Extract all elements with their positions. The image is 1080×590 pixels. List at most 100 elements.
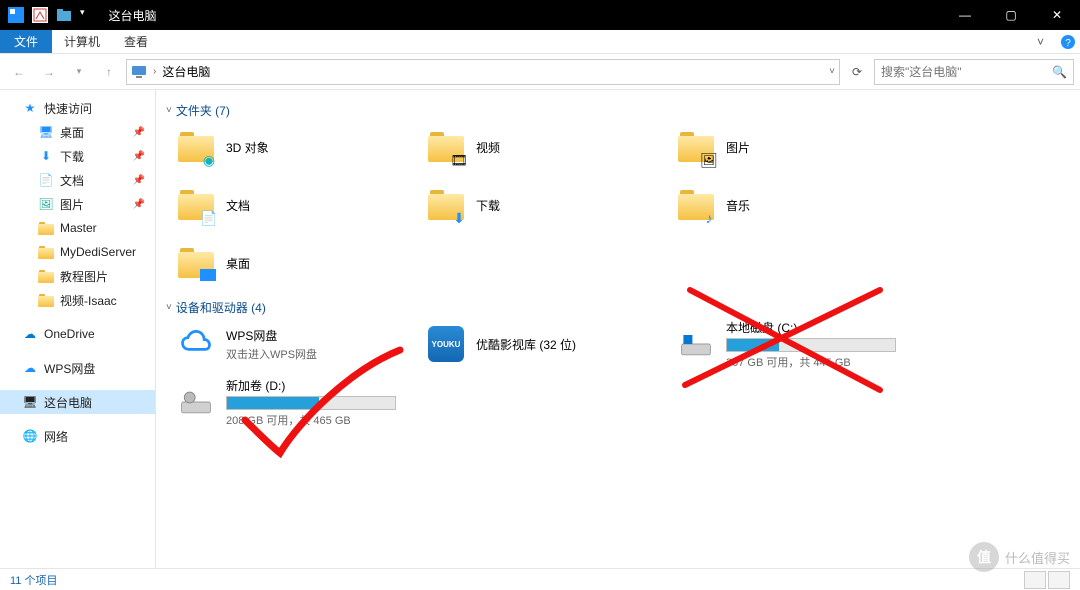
sidebar-network[interactable]: 🌐 网络 (0, 424, 155, 448)
sidebar-label: 桌面 (60, 124, 84, 141)
sidebar-item-video-isaac[interactable]: 视频-Isaac (0, 288, 155, 312)
drive-icon (676, 324, 716, 364)
drive-usage-bar (726, 338, 896, 352)
device-ddrive[interactable]: 新加卷 (D:) 208 GB 可用，共 465 GB (176, 380, 426, 424)
view-details-button[interactable] (1024, 571, 1046, 589)
sidebar-label: 网络 (44, 428, 68, 445)
sidebar-item-mydediserver[interactable]: MyDediServer (0, 240, 155, 264)
sidebar-label: 图片 (60, 196, 84, 213)
document-icon: 📄 (38, 172, 54, 188)
forward-button[interactable]: → (36, 59, 62, 85)
sidebar-label: Master (60, 221, 97, 235)
view-tiles-button[interactable] (1048, 571, 1070, 589)
youku-icon: YOUKU (426, 324, 466, 364)
device-cdrive[interactable]: 本地磁盘 (C:) 307 GB 可用，共 445 GB (676, 322, 926, 366)
chevron-down-icon: ˅ (166, 105, 172, 116)
network-icon: 🌐 (22, 428, 38, 444)
folder-icon (38, 268, 54, 284)
device-youku[interactable]: YOUKU 优酷影视库 (32 位) (426, 322, 676, 366)
sidebar-quick-access[interactable]: ★ 快速访问 (0, 96, 155, 120)
help-button[interactable]: ? (1056, 30, 1080, 53)
sidebar-item-master[interactable]: Master (0, 216, 155, 240)
search-icon[interactable]: 🔍 (1052, 65, 1067, 79)
sidebar-label: 文档 (60, 172, 84, 189)
group-devices-header[interactable]: ˅ 设备和驱动器 (4) (164, 295, 1080, 322)
title-bar: ▾ 这台电脑 — ▢ ✕ (0, 0, 1080, 30)
qat-chevron-icon[interactable]: ▾ (80, 7, 85, 23)
item-label: 文档 (226, 197, 250, 214)
pin-icon: 📌 (133, 127, 145, 138)
thispc-icon (131, 64, 147, 80)
group-folders-header[interactable]: ˅ 文件夹 (7) (164, 98, 1080, 125)
folder-pictures[interactable]: 🖼 图片 (676, 125, 926, 169)
sidebar-item-downloads[interactable]: ⬇ 下载 📌 (0, 144, 155, 168)
qat-properties-icon[interactable] (32, 7, 48, 23)
sidebar-item-pictures[interactable]: 🖼 图片 📌 (0, 192, 155, 216)
sidebar-onedrive[interactable]: ☁ OneDrive (0, 322, 155, 346)
up-button[interactable]: ↑ (96, 59, 122, 85)
sidebar-label: 教程图片 (60, 268, 108, 285)
maximize-button[interactable]: ▢ (988, 0, 1034, 30)
folder-documents[interactable]: 📄 文档 (176, 183, 426, 227)
content-pane: ˅ 文件夹 (7) ◉ 3D 对象 🎞 视频 🖼 图片 📄 文档 ⬇ 下载 (156, 90, 1080, 568)
sidebar-label: MyDediServer (60, 245, 136, 259)
sidebar-label: 快速访问 (44, 100, 92, 117)
refresh-button[interactable]: ⟳ (844, 59, 870, 85)
sidebar-thispc[interactable]: 🖥 这台电脑 (0, 390, 155, 414)
file-tab[interactable]: 文件 (0, 30, 52, 53)
item-label: 下载 (476, 197, 500, 214)
ribbon-chevron-icon[interactable]: ˅ (1025, 30, 1056, 53)
search-input[interactable] (881, 65, 1052, 79)
computer-tab[interactable]: 计算机 (52, 30, 112, 53)
item-label: WPS网盘 (226, 327, 317, 344)
device-wps[interactable]: WPS网盘 双击进入WPS网盘 (176, 322, 426, 366)
chevron-right-icon: › (153, 66, 156, 77)
picture-icon: 🖼 (38, 196, 54, 212)
sidebar-label: WPS网盘 (44, 360, 95, 377)
status-item-count: 11 个项目 (10, 572, 57, 588)
folder-desktop[interactable]: 桌面 (176, 241, 426, 285)
download-icon: ⬇ (38, 148, 54, 164)
sidebar-item-desktop[interactable]: 🖥 桌面 📌 (0, 120, 155, 144)
folder-downloads[interactable]: ⬇ 下载 (426, 183, 676, 227)
sidebar-item-documents[interactable]: 📄 文档 📌 (0, 168, 155, 192)
minimize-button[interactable]: — (942, 0, 988, 30)
sidebar-label: 这台电脑 (44, 394, 92, 411)
search-box[interactable]: 🔍 (874, 59, 1074, 85)
view-tab[interactable]: 查看 (112, 30, 160, 53)
back-button[interactable]: ← (6, 59, 32, 85)
folder-3d-objects[interactable]: ◉ 3D 对象 (176, 125, 426, 169)
folder-icon (38, 220, 54, 236)
folder-icon (38, 244, 54, 260)
sidebar-wps[interactable]: ☁ WPS网盘 (0, 356, 155, 380)
address-bar[interactable]: › 这台电脑 ˅ (126, 59, 840, 85)
item-label: 音乐 (726, 197, 750, 214)
recent-chevron-icon[interactable]: ▾ (66, 59, 92, 85)
qat-newfolder-icon[interactable] (56, 7, 72, 23)
close-button[interactable]: ✕ (1034, 0, 1080, 30)
group-header-label: 文件夹 (7) (176, 102, 230, 119)
item-label: 图片 (726, 139, 750, 156)
group-header-label: 设备和驱动器 (4) (176, 299, 266, 316)
wps-cloud-icon (176, 324, 216, 364)
item-sublabel: 双击进入WPS网盘 (226, 346, 317, 362)
thispc-icon: 🖥 (22, 394, 38, 410)
item-sublabel: 208 GB 可用，共 465 GB (226, 412, 396, 428)
address-dropdown-icon[interactable]: ˅ (829, 66, 835, 77)
pin-icon: 📌 (133, 199, 145, 210)
folder-videos[interactable]: 🎞 视频 (426, 125, 676, 169)
drive-usage-bar (226, 396, 396, 410)
wps-cloud-icon: ☁ (22, 360, 38, 376)
item-label: 新加卷 (D:) (226, 377, 396, 394)
onedrive-icon: ☁ (22, 326, 38, 342)
sidebar-label: 视频-Isaac (60, 292, 117, 309)
explorer-icon (8, 7, 24, 23)
sidebar-item-tutorial-pics[interactable]: 教程图片 (0, 264, 155, 288)
sidebar-label: OneDrive (44, 327, 95, 341)
item-label: 视频 (476, 139, 500, 156)
pin-icon: 📌 (133, 175, 145, 186)
folder-music[interactable]: ♪ 音乐 (676, 183, 926, 227)
svg-text:?: ? (1065, 38, 1071, 49)
item-label: 优酷影视库 (32 位) (476, 336, 576, 353)
quick-access-icon: ★ (22, 100, 38, 116)
